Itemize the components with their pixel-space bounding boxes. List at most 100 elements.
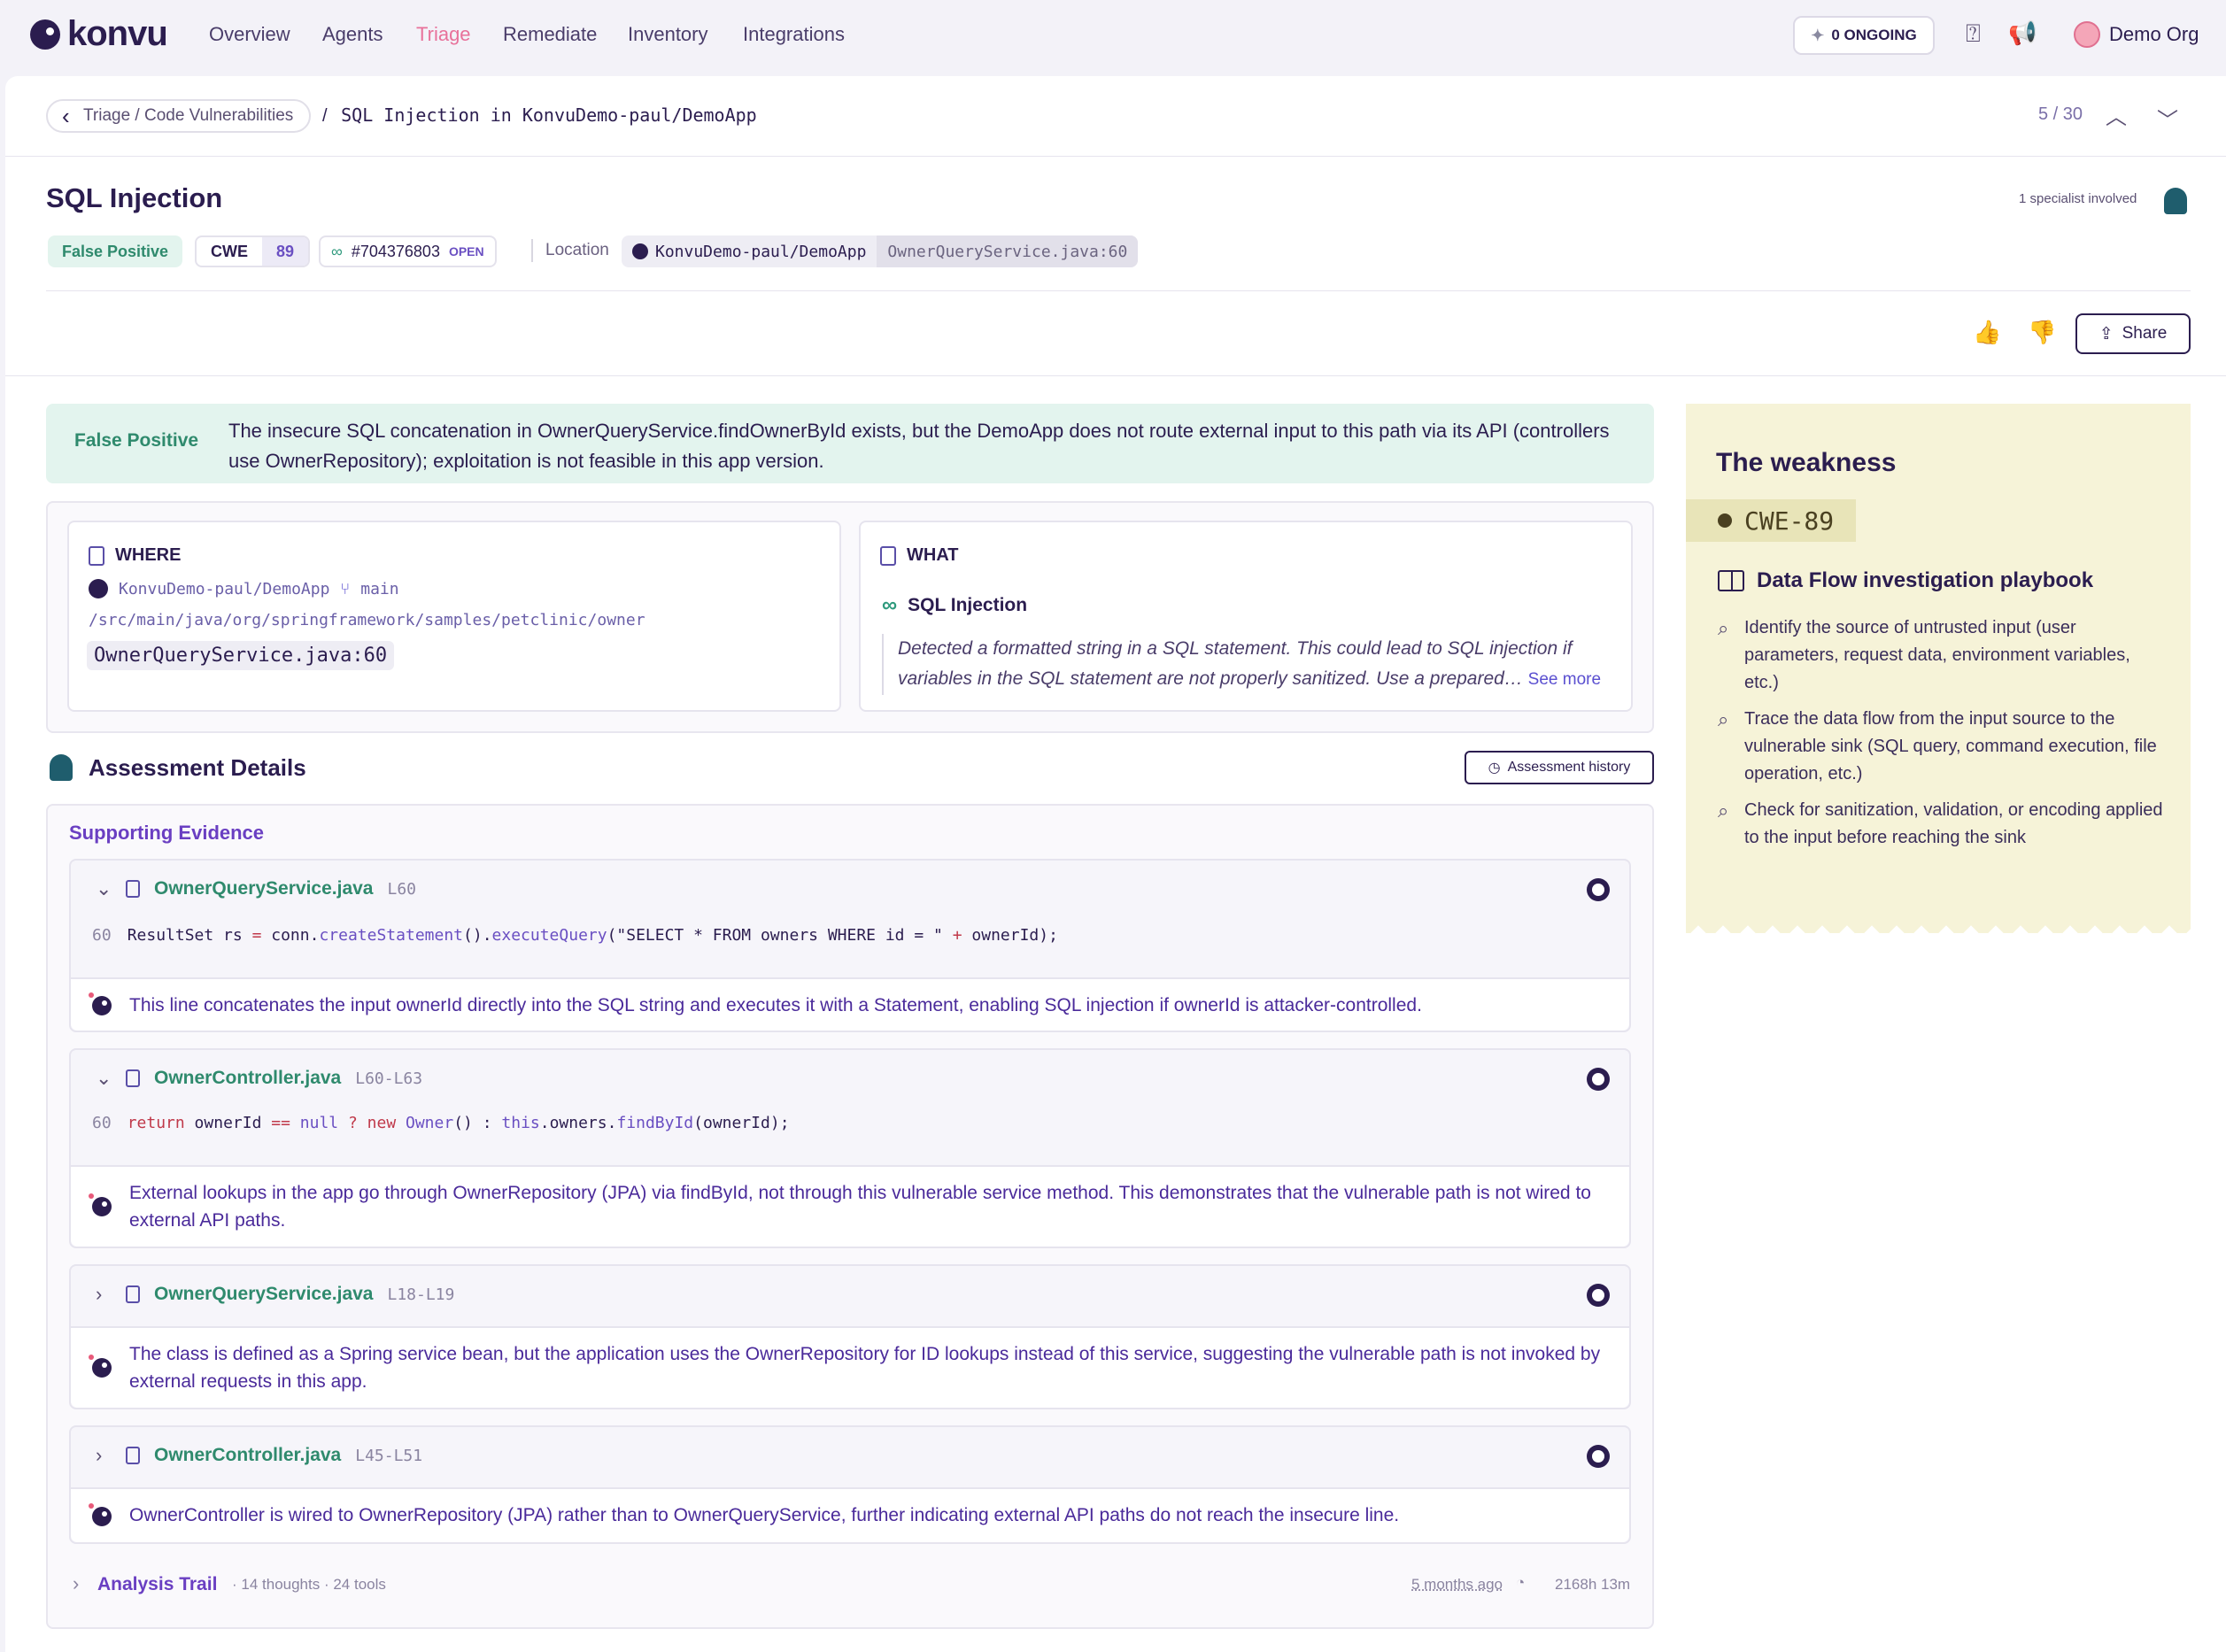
cwe-label: CWE: [211, 242, 248, 260]
what-description: Detected a formatted string in a SQL sta…: [882, 634, 1617, 695]
github-icon[interactable]: [1587, 1445, 1610, 1468]
breadcrumb-back[interactable]: Triage / Code Vulnerabilities: [46, 99, 312, 133]
analysis-trail-toggle[interactable]: Analysis Trail: [97, 1574, 217, 1595]
git-branch-icon: ⑂: [340, 579, 351, 598]
share-button[interactable]: ⇪ Share: [2075, 313, 2191, 354]
timer-icon: ◔: [1516, 1574, 1526, 1591]
github-icon[interactable]: [1587, 878, 1610, 901]
see-more-link[interactable]: See more: [1528, 670, 1601, 689]
specialist-avatar[interactable]: [2164, 188, 2187, 214]
next-chevron-icon[interactable]: ﹀: [2157, 103, 2178, 134]
github-icon: [632, 243, 648, 259]
location-label: Location: [545, 241, 609, 259]
clock-icon: ◷: [1488, 760, 1501, 776]
issue-id: #704376803: [351, 242, 440, 260]
prev-chevron-icon[interactable]: ︿: [2106, 99, 2127, 130]
konvu-agent-icon: [1718, 513, 1732, 528]
github-icon: [89, 579, 108, 598]
playbook-step: Trace the data flow from the input sourc…: [1718, 706, 2164, 788]
what-header: WHAT: [907, 545, 959, 565]
evidence-header[interactable]: ⌄ OwnerController.java L60-L63: [71, 1050, 1629, 1107]
brand-logo[interactable]: konvu: [30, 14, 168, 54]
verdict-label: False Positive: [74, 430, 199, 451]
brand-name: konvu: [67, 14, 168, 53]
evidence-file[interactable]: OwnerQueryService.java: [154, 878, 373, 899]
evidence-note-text: External lookups in the app go through O…: [129, 1183, 1591, 1231]
ongoing-label: 0 ONGOING: [1831, 27, 1917, 43]
nav-agents[interactable]: Agents: [322, 23, 383, 46]
nav-remediate[interactable]: Remediate: [503, 23, 597, 46]
nav-triage[interactable]: Triage: [416, 23, 471, 46]
where-header: WHERE: [115, 545, 182, 565]
where-branch: main: [360, 579, 399, 598]
thumbs-down-icon[interactable]: 👎: [2028, 319, 2056, 346]
evidence-header[interactable]: › OwnerQueryService.java L18-L19: [71, 1266, 1629, 1323]
org-switcher[interactable]: Demo Org: [2074, 21, 2199, 48]
issue-state: OPEN: [448, 244, 484, 259]
playbook-header: Data Flow investigation playbook: [1718, 568, 2093, 593]
assessment-history-button[interactable]: ◷ Assessment history: [1465, 751, 1654, 784]
evidence-header[interactable]: ⌄ OwnerQueryService.java L60: [71, 861, 1629, 917]
cwe-id: 89: [262, 237, 309, 266]
what-desc-line: Detected a formatted string in a SQL sta…: [898, 638, 1573, 659]
issue-badge[interactable]: ∞ #704376803 OPEN: [319, 235, 497, 267]
file-code-icon: [126, 1447, 140, 1464]
where-repo[interactable]: KonvuDemo-paul/DemoApp: [119, 580, 329, 598]
evidence-lines: L60-L63: [355, 1069, 423, 1088]
playbook-title: Data Flow investigation playbook: [1757, 568, 2094, 592]
breadcrumb-parent: Triage / Code Vulnerabilities: [83, 106, 294, 125]
evidence-note: The class is defined as a Spring service…: [71, 1326, 1629, 1408]
evidence-lines: L45-L51: [355, 1446, 423, 1465]
file-code-icon: [880, 545, 896, 566]
file-code-icon: [126, 1069, 140, 1087]
location-chip[interactable]: KonvuDemo-paul/DemoApp OwnerQueryService…: [622, 235, 1139, 267]
agent-avatar: [50, 754, 73, 781]
evidence-file[interactable]: OwnerQueryService.java: [154, 1284, 373, 1305]
top-nav: konvu Overview Agents Triage Remediate I…: [0, 0, 2226, 73]
evidence-title: Supporting Evidence: [69, 822, 265, 844]
where-file[interactable]: OwnerQueryService.java:60: [87, 641, 395, 670]
konvu-logo-icon: [30, 19, 60, 50]
chevron-down-icon[interactable]: ⌄: [96, 1067, 112, 1090]
evidence-file[interactable]: OwnerController.java: [154, 1445, 341, 1466]
ongoing-button[interactable]: ✦ 0 ONGOING: [1793, 16, 1935, 55]
status-badge: False Positive: [48, 235, 183, 267]
thumbs-up-icon[interactable]: 👍: [1973, 319, 2001, 346]
megaphone-icon[interactable]: 📢: [2008, 19, 2037, 47]
org-avatar: [2074, 21, 2100, 48]
analysis-trail-meta: · 14 thoughts · 24 tools: [232, 1576, 386, 1593]
evidence-note: External lookups in the app go through O…: [71, 1165, 1629, 1247]
share-label: Share: [2122, 324, 2168, 343]
help-icon[interactable]: ⍰: [1966, 19, 1981, 49]
chevron-right-icon[interactable]: ›: [96, 1444, 112, 1467]
github-icon[interactable]: [1587, 1068, 1610, 1091]
nav-inventory[interactable]: Inventory: [628, 23, 708, 46]
evidence-note-text: OwnerController is wired to OwnerReposit…: [129, 1505, 1400, 1525]
evidence-file[interactable]: OwnerController.java: [154, 1068, 341, 1089]
analysis-duration: 2168h 13m: [1555, 1576, 1631, 1593]
nav-integrations[interactable]: Integrations: [743, 23, 845, 46]
upload-icon: ⇪: [2098, 324, 2114, 344]
playbook-step: Check for sanitization, validation, or e…: [1718, 797, 2164, 852]
evidence-note: This line concatenates the input ownerId…: [71, 977, 1629, 1031]
playbook-step: Identify the source of untrusted input (…: [1718, 614, 2164, 697]
file-code-icon: [89, 545, 104, 566]
divider: [531, 239, 533, 262]
verdict-text: The insecure SQL concatenation in OwnerQ…: [228, 420, 1610, 472]
evidence-header[interactable]: › OwnerController.java L45-L51: [71, 1427, 1629, 1484]
code-snippet: 60 ResultSet rs = conn.createStatement().…: [92, 926, 1058, 945]
github-icon[interactable]: [1587, 1284, 1610, 1307]
konvu-agent-icon: [89, 1193, 112, 1216]
cwe-badge[interactable]: CWE 89: [195, 235, 311, 267]
location-file: OwnerQueryService.java:60: [877, 235, 1139, 267]
file-code-icon: [126, 1285, 140, 1303]
chevron-right-icon[interactable]: ›: [96, 1283, 112, 1306]
assessment-title: Assessment Details: [89, 754, 306, 781]
evidence-item: › OwnerQueryService.java L18-L19 The cla…: [69, 1264, 1631, 1409]
chevron-down-icon[interactable]: ⌄: [96, 877, 112, 900]
weakness-cwe-badge: CWE-89: [1686, 499, 1856, 542]
where-card: WHERE KonvuDemo-paul/DemoApp ⑂ main /src…: [67, 521, 841, 712]
nav-overview[interactable]: Overview: [209, 23, 290, 46]
chevron-right-icon[interactable]: ›: [73, 1572, 79, 1595]
what-card: WHAT ∞ SQL Injection Detected a formatte…: [859, 521, 1633, 712]
